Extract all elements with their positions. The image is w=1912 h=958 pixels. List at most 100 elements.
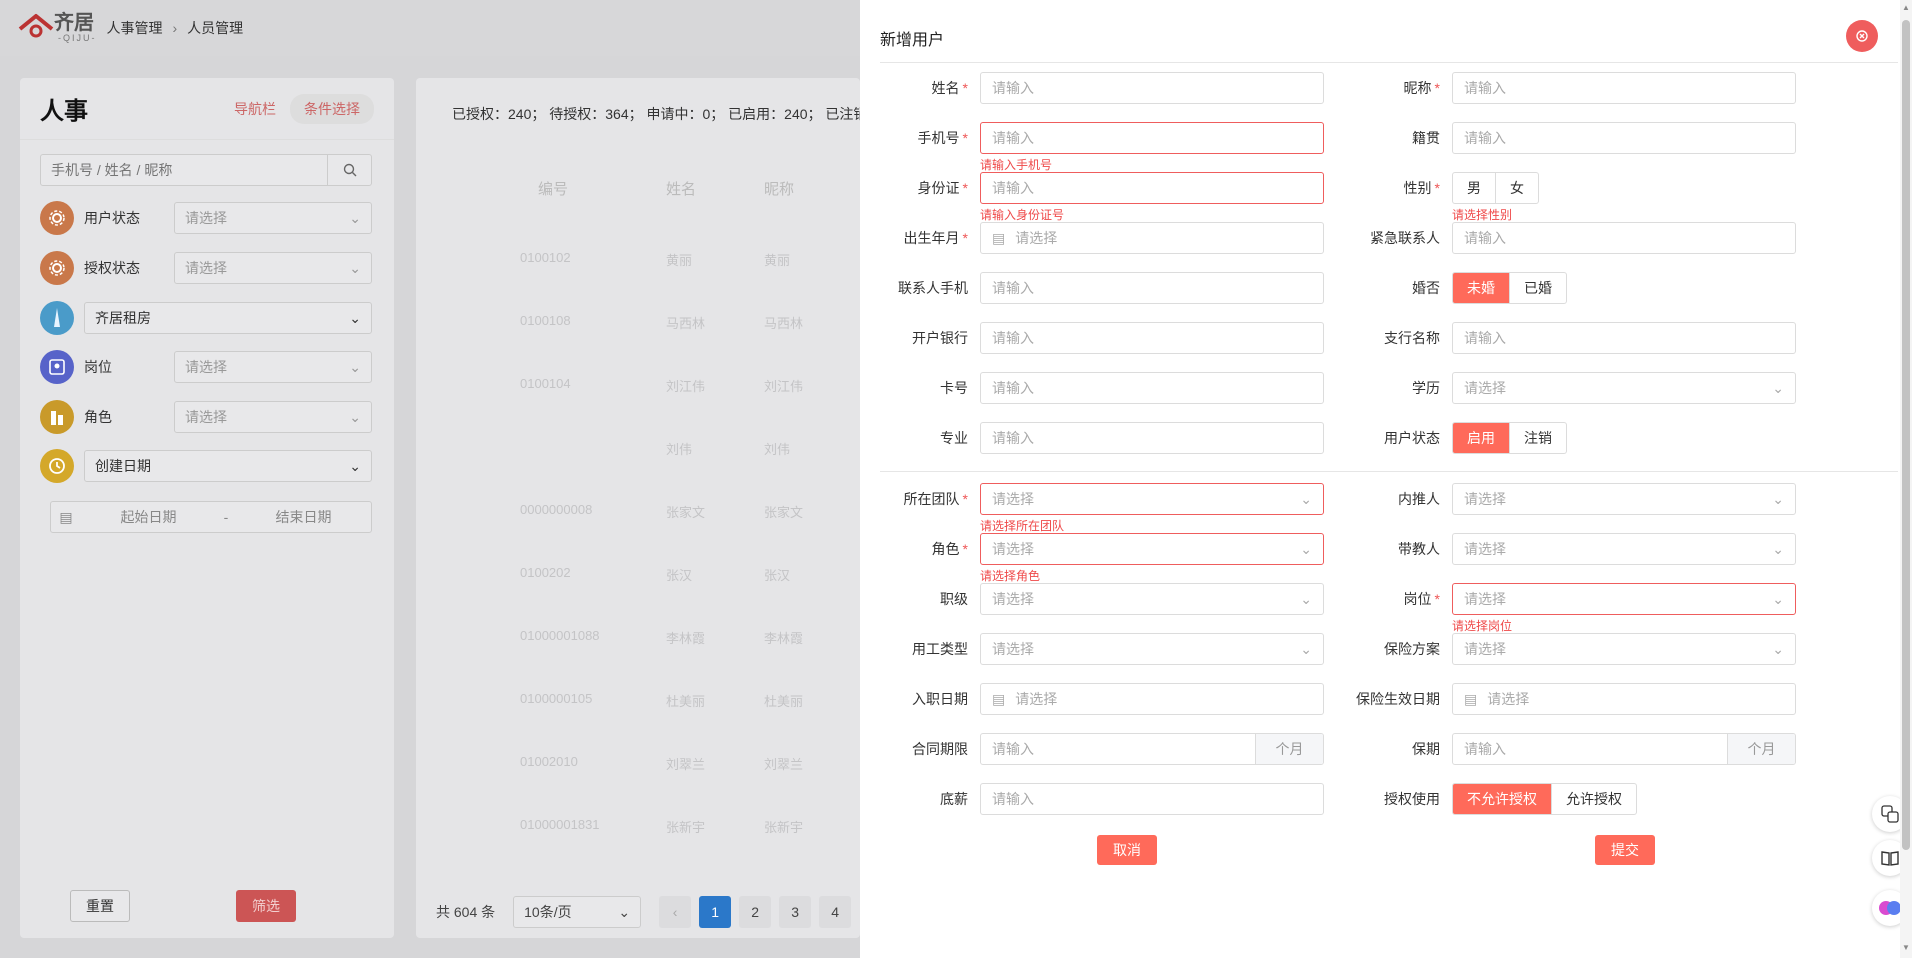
emp-type-input[interactable]: 请选择 ⌄ bbox=[980, 633, 1324, 665]
option-button[interactable]: 已婚 bbox=[1510, 273, 1566, 303]
scroll-up-icon[interactable]: ▲ bbox=[1900, 2, 1912, 14]
field-label: 用户状态 bbox=[1352, 428, 1452, 448]
grade-input[interactable]: 请选择 ⌄ bbox=[980, 583, 1324, 615]
field-insurance: 保险方案 请选择 ⌄ bbox=[1352, 633, 1796, 665]
option-button[interactable]: 启用 bbox=[1453, 423, 1510, 453]
scroll-thumb[interactable] bbox=[1902, 20, 1910, 850]
field-label: 学历 bbox=[1352, 378, 1452, 398]
option-button[interactable]: 注销 bbox=[1510, 423, 1566, 453]
field-birth: 出生年月 * ▤ 请选择 bbox=[880, 222, 1324, 254]
field-label: 保期 bbox=[1352, 739, 1452, 759]
required-mark: * bbox=[962, 230, 968, 246]
major-input[interactable]: 请输入 bbox=[980, 422, 1324, 454]
married-toggle[interactable]: 未婚 已婚 bbox=[1452, 272, 1567, 304]
add-user-drawer: 新增用户 姓名 * 请输入 昵称 * 请输入 手机号 * 请输入 请输入手机号 籍贯 请输入 身份证 * 请… bbox=[860, 0, 1912, 958]
placeholder-text: 请输入 bbox=[992, 130, 1034, 146]
insurance-input[interactable]: 请选择 ⌄ bbox=[1452, 633, 1796, 665]
cancel-button[interactable]: 取消 bbox=[1097, 835, 1157, 865]
field-married: 婚否 未婚 已婚 bbox=[1352, 272, 1567, 304]
required-mark: * bbox=[1434, 591, 1440, 607]
submit-button[interactable]: 提交 bbox=[1595, 835, 1655, 865]
referrer-input[interactable]: 请选择 ⌄ bbox=[1452, 483, 1796, 515]
entry-date-input[interactable]: ▤ 请选择 bbox=[980, 683, 1324, 715]
name-input[interactable]: 请输入 bbox=[980, 72, 1324, 104]
idcard-input[interactable]: 请输入 bbox=[980, 172, 1324, 204]
label-text: 开户银行 bbox=[912, 330, 968, 346]
nickname-input[interactable]: 请输入 bbox=[1452, 72, 1796, 104]
label-text: 婚否 bbox=[1412, 280, 1440, 296]
option-button[interactable]: 女 bbox=[1496, 173, 1538, 203]
field-team: 所在团队 * 请选择 ⌄ bbox=[880, 483, 1324, 515]
label-text: 手机号 bbox=[917, 130, 960, 146]
field-entry-date: 入职日期 ▤ 请选择 bbox=[880, 683, 1324, 715]
field-phone: 手机号 * 请输入 bbox=[880, 122, 1324, 154]
warranty-input[interactable]: 请输入 个月 bbox=[1452, 733, 1796, 765]
team-input[interactable]: 请选择 ⌄ bbox=[980, 483, 1324, 515]
gender-toggle[interactable]: 男女 bbox=[1452, 172, 1539, 204]
chevron-down-icon: ⌄ bbox=[1300, 640, 1312, 657]
field-gender: 性别 * 男女 bbox=[1352, 172, 1539, 204]
field-warranty: 保期 请输入 个月 bbox=[1352, 733, 1796, 765]
placeholder-text: 请选择 bbox=[1464, 591, 1506, 607]
option-button[interactable]: 未婚 bbox=[1453, 273, 1510, 303]
close-button[interactable] bbox=[1846, 20, 1878, 52]
bank-input[interactable]: 请输入 bbox=[980, 322, 1324, 354]
emergency-input[interactable]: 请输入 bbox=[1452, 222, 1796, 254]
field-label: 保险生效日期 bbox=[1352, 689, 1452, 709]
required-mark: * bbox=[1434, 180, 1440, 196]
user-status-toggle[interactable]: 启用 注销 bbox=[1452, 422, 1567, 454]
scroll-down-icon[interactable]: ▼ bbox=[1900, 942, 1912, 954]
phone-input[interactable]: 请输入 bbox=[980, 122, 1324, 154]
chevron-down-icon: ⌄ bbox=[1300, 540, 1312, 557]
card-input[interactable]: 请输入 bbox=[980, 372, 1324, 404]
branch-input[interactable]: 请输入 bbox=[1452, 322, 1796, 354]
calendar-icon: ▤ bbox=[1464, 690, 1478, 707]
field-native: 籍贯 请输入 bbox=[1352, 122, 1796, 154]
placeholder-text: 请输入 bbox=[1464, 130, 1506, 146]
birth-input[interactable]: ▤ 请选择 bbox=[980, 222, 1324, 254]
field-label: 性别 * bbox=[1352, 178, 1452, 198]
field-label: 所在团队 * bbox=[880, 489, 980, 509]
auth-toggle[interactable]: 不允许授权 允许授权 bbox=[1452, 783, 1637, 815]
label-text: 联系人手机 bbox=[898, 280, 968, 296]
placeholder-text: 请输入 bbox=[992, 180, 1034, 196]
field-label: 职级 bbox=[880, 589, 980, 609]
placeholder-text: 请选择 bbox=[1464, 641, 1506, 657]
field-contact-phone: 联系人手机 请输入 bbox=[880, 272, 1324, 304]
field-nickname: 昵称 * 请输入 bbox=[1352, 72, 1796, 104]
option-button[interactable]: 允许授权 bbox=[1552, 784, 1636, 814]
option-button[interactable]: 男 bbox=[1453, 173, 1496, 203]
field-user-status: 用户状态 启用 注销 bbox=[1352, 422, 1567, 454]
field-major: 专业 请输入 bbox=[880, 422, 1324, 454]
label-text: 保期 bbox=[1412, 741, 1440, 757]
mentor-input[interactable]: 请选择 ⌄ bbox=[1452, 533, 1796, 565]
salary-input[interactable]: 请输入 bbox=[980, 783, 1324, 815]
chevron-down-icon: ⌄ bbox=[1772, 540, 1784, 557]
education-input[interactable]: 请选择 ⌄ bbox=[1452, 372, 1796, 404]
field-card: 卡号 请输入 bbox=[880, 372, 1324, 404]
role-input[interactable]: 请选择 ⌄ bbox=[980, 533, 1324, 565]
label-text: 保险生效日期 bbox=[1356, 691, 1440, 707]
field-label: 授权使用 bbox=[1352, 789, 1452, 809]
required-mark: * bbox=[962, 130, 968, 146]
label-text: 岗位 bbox=[1403, 591, 1432, 607]
modal-overlay[interactable] bbox=[0, 0, 860, 958]
calendar-icon: ▤ bbox=[992, 229, 1006, 246]
ins-date-input[interactable]: ▤ 请选择 bbox=[1452, 683, 1796, 715]
contact-phone-input[interactable]: 请输入 bbox=[980, 272, 1324, 304]
native-input[interactable]: 请输入 bbox=[1452, 122, 1796, 154]
label-text: 姓名 bbox=[931, 80, 960, 96]
field-label: 联系人手机 bbox=[880, 278, 980, 298]
required-mark: * bbox=[962, 491, 968, 507]
placeholder-text: 请选择 bbox=[992, 641, 1034, 657]
label-text: 合同期限 bbox=[912, 741, 968, 757]
field-referrer: 内推人 请选择 ⌄ bbox=[1352, 483, 1796, 515]
post-input[interactable]: 请选择 ⌄ bbox=[1452, 583, 1796, 615]
label-text: 性别 bbox=[1403, 180, 1432, 196]
field-label: 身份证 * bbox=[880, 178, 980, 198]
option-button[interactable]: 不允许授权 bbox=[1453, 784, 1552, 814]
field-branch: 支行名称 请输入 bbox=[1352, 322, 1796, 354]
field-idcard: 身份证 * 请输入 bbox=[880, 172, 1324, 204]
contract-input[interactable]: 请输入 个月 bbox=[980, 733, 1324, 765]
scrollbar[interactable]: ▲ ▼ bbox=[1900, 0, 1912, 958]
